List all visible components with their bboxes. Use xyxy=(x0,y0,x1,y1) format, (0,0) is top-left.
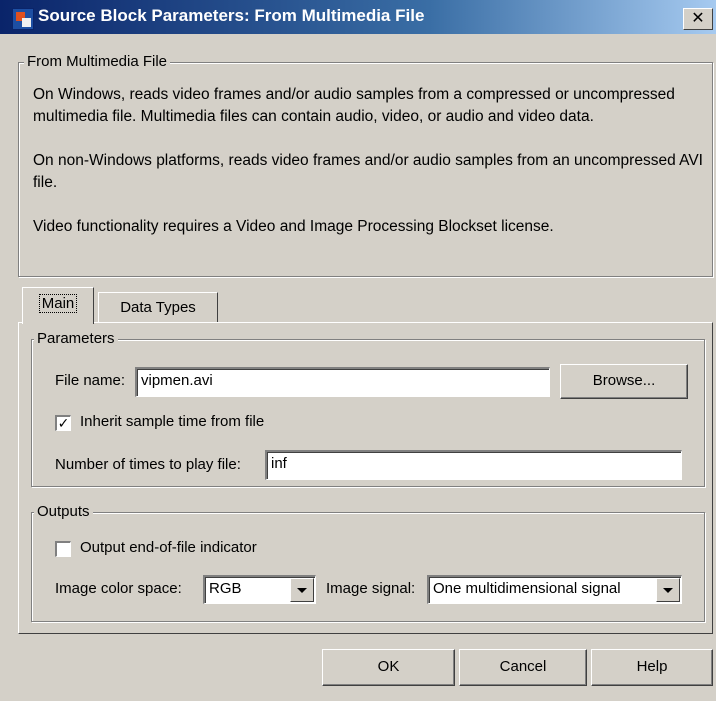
description-paragraph: On non-Windows platforms, reads video fr… xyxy=(33,152,703,191)
description-text: On Windows, reads video frames and/or au… xyxy=(33,84,713,238)
close-icon: ✕ xyxy=(691,10,705,27)
inherit-sample-time-checkbox[interactable]: ✓ xyxy=(55,415,71,431)
description-paragraph: On Windows, reads video frames and/or au… xyxy=(33,86,675,125)
browse-button-label: Browse... xyxy=(592,372,656,389)
image-signal-label: Image signal: xyxy=(326,580,416,597)
outputs-legend: Outputs xyxy=(34,503,93,520)
play-times-input[interactable]: inf xyxy=(265,450,682,480)
cancel-button[interactable]: Cancel xyxy=(459,649,587,686)
tab-main[interactable]: Main xyxy=(22,287,94,324)
color-space-select[interactable]: RGB xyxy=(203,575,316,604)
play-times-label: Number of times to play file: xyxy=(55,456,241,473)
file-name-label: File name: xyxy=(55,372,126,389)
tab-main-label: Main xyxy=(38,294,78,313)
browse-button[interactable]: Browse... xyxy=(560,364,688,399)
ok-button[interactable]: OK xyxy=(322,649,455,686)
title-bar[interactable]: Source Block Parameters: From Multimedia… xyxy=(0,0,716,34)
close-button[interactable]: ✕ xyxy=(683,8,713,30)
tab-data-types-label: Data Types xyxy=(120,299,196,316)
parameters-legend: Parameters xyxy=(34,330,118,347)
image-signal-value: One multidimensional signal xyxy=(433,580,621,597)
inherit-sample-time-label: Inherit sample time from file xyxy=(80,413,265,430)
description-paragraph: Video functionality requires a Video and… xyxy=(33,218,554,235)
eof-indicator-label: Output end-of-file indicator xyxy=(80,539,257,556)
window-title: Source Block Parameters: From Multimedia… xyxy=(38,6,425,25)
file-name-input[interactable]: vipmen.avi xyxy=(135,367,550,397)
chevron-down-icon[interactable] xyxy=(290,578,314,602)
image-signal-select[interactable]: One multidimensional signal xyxy=(427,575,682,604)
help-button-label: Help xyxy=(636,658,668,675)
color-space-label: Image color space: xyxy=(55,580,182,597)
cancel-button-label: Cancel xyxy=(499,658,547,675)
ok-button-label: OK xyxy=(377,658,400,675)
help-button[interactable]: Help xyxy=(591,649,713,686)
check-icon: ✓ xyxy=(57,415,70,431)
description-legend: From Multimedia File xyxy=(24,53,171,70)
tab-data-types[interactable]: Data Types xyxy=(98,292,218,322)
eof-indicator-checkbox[interactable] xyxy=(55,541,71,557)
simulink-block-icon xyxy=(12,8,34,30)
outputs-group: Outputs xyxy=(31,503,705,622)
color-space-value: RGB xyxy=(209,580,242,597)
chevron-down-icon[interactable] xyxy=(656,578,680,602)
